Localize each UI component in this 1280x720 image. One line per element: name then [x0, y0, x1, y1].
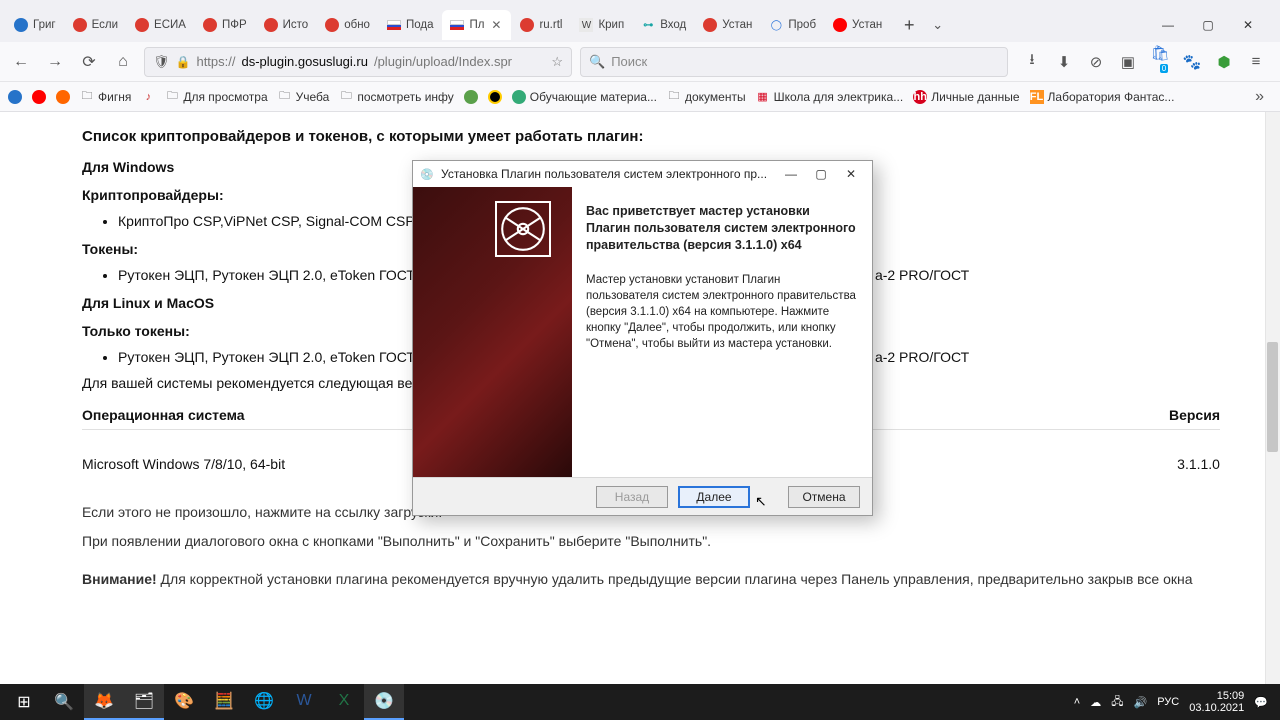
extension-cart-icon[interactable]: 🛍0	[1150, 44, 1170, 79]
search-button[interactable]: 🔍	[44, 684, 84, 720]
tray-notifications-icon[interactable]: 💬	[1254, 696, 1268, 709]
col-version: Версия	[1169, 407, 1220, 423]
extension-shield-icon[interactable]: ⬢	[1214, 53, 1234, 71]
bookmark[interactable]	[8, 90, 22, 104]
task-word[interactable]: W	[284, 684, 324, 720]
new-tab-button[interactable]: +	[895, 11, 923, 39]
dialog-close[interactable]: ✕	[836, 163, 866, 185]
bookmark[interactable]	[464, 90, 478, 104]
dialog-title: Установка Плагин пользователя систем эле…	[441, 167, 776, 181]
back-button: Назад	[596, 486, 668, 508]
bookmark-folder[interactable]: 🗀Учеба	[278, 90, 330, 104]
minimize-button[interactable]: —	[1156, 18, 1180, 32]
bookmark[interactable]: Обучающие материа...	[512, 90, 657, 104]
task-excel[interactable]: X	[324, 684, 364, 720]
installer-icon: 💿	[419, 166, 435, 182]
bookmark-folder[interactable]: 🗀документы	[667, 90, 746, 104]
lock-icon: 🔒	[176, 55, 191, 69]
extensions-button[interactable]: ⬇	[1054, 53, 1074, 71]
tab[interactable]: ЕСИА	[127, 10, 194, 40]
bookmarks-bar: 🗀Фигня ♪ 🗀Для просмотра 🗀Учеба 🗀посмотре…	[0, 82, 1280, 112]
cancel-button[interactable]: Отмена	[788, 486, 860, 508]
download-button[interactable]: ⭳	[1022, 49, 1042, 74]
tray-chevron-icon[interactable]: ˄	[1074, 696, 1080, 708]
text: Внимание! Для корректной установки плаги…	[82, 569, 1220, 589]
dialog-banner	[413, 187, 572, 477]
tab[interactable]: Исто	[256, 10, 317, 40]
dialog-maximize[interactable]: ▢	[806, 163, 836, 185]
start-button[interactable]: ⊞	[4, 684, 44, 720]
tab-active[interactable]: Пл✕	[442, 10, 511, 40]
shield-icon: 🛡	[153, 54, 170, 70]
address-bar[interactable]: 🛡 🔒 https://ds-plugin.gosuslugi.ru/plugi…	[144, 47, 572, 77]
tab-strip: Григ Если ЕСИА ПФР Исто обно Пода Пл✕ ru…	[0, 8, 1280, 42]
tray-lang[interactable]: РУС	[1157, 696, 1179, 708]
bookmark-folder[interactable]: 🗀Для просмотра	[165, 90, 267, 104]
version: 3.1.1.0	[1177, 456, 1220, 472]
task-installer[interactable]: 💿	[364, 684, 404, 720]
dialog-heading: Вас приветствует мастер установки Плагин…	[586, 203, 856, 254]
task-paint[interactable]: 🎨	[164, 684, 204, 720]
task-edge[interactable]: 🌐	[244, 684, 284, 720]
tab[interactable]: Пода	[379, 10, 442, 40]
tab[interactable]: Устан	[695, 10, 760, 40]
tab[interactable]: ПФР	[195, 10, 255, 40]
search-icon: 🔍	[589, 54, 605, 70]
disc-icon	[495, 201, 551, 257]
bookmark-star-icon[interactable]: ☆	[551, 54, 563, 70]
bookmark[interactable]	[488, 90, 502, 104]
toolbar: ← → ⟳ ⌂ 🛡 🔒 https://ds-plugin.gosuslugi.…	[0, 42, 1280, 82]
bookmark[interactable]: ♪	[141, 90, 155, 104]
tab[interactable]: Устан	[825, 10, 890, 40]
bookmark-folder[interactable]: 🗀посмотреть инфу	[339, 90, 453, 104]
reload-button[interactable]: ⟳	[76, 49, 102, 75]
scroll-thumb[interactable]	[1267, 342, 1278, 452]
tray-clock[interactable]: 15:0903.10.2021	[1189, 690, 1244, 714]
close-button[interactable]: ✕	[1236, 18, 1260, 32]
back-button[interactable]: ←	[8, 49, 34, 75]
task-firefox[interactable]: 🦊	[84, 684, 124, 720]
bookmark-folder[interactable]: 🗀Фигня	[80, 90, 131, 104]
maximize-button[interactable]: ▢	[1196, 18, 1220, 32]
taskbar: ⊞ 🔍 🦊 🗂 🎨 🧮 🌐 W X 💿 ˄ ☁ 🖧 🔊 РУС 15:0903.…	[0, 684, 1280, 720]
search-box[interactable]: 🔍 Поиск	[580, 47, 1008, 77]
tray-cloud-icon[interactable]: ☁	[1090, 696, 1101, 709]
scrollbar[interactable]	[1265, 112, 1280, 720]
extension-paw-icon[interactable]: 🐾	[1182, 53, 1202, 71]
close-icon[interactable]: ✕	[489, 18, 503, 32]
bookmark[interactable]	[32, 90, 46, 104]
bookmark[interactable]	[56, 90, 70, 104]
tab[interactable]: обно	[317, 10, 378, 40]
heading: Список криптопровайдеров и токенов, с ко…	[82, 128, 1220, 145]
tab[interactable]: Григ	[6, 10, 64, 40]
text: При появлении диалогового окна с кнопкам…	[82, 531, 1220, 551]
task-explorer[interactable]: 🗂	[124, 684, 164, 720]
next-button[interactable]: Далее	[678, 486, 750, 508]
extension-adblock-icon[interactable]: ⊘	[1086, 53, 1106, 71]
tab-list-button[interactable]: ⌄	[932, 17, 943, 33]
installer-dialog: 💿 Установка Плагин пользователя систем э…	[412, 160, 873, 516]
bookmark[interactable]: FLЛаборатория Фантас...	[1030, 90, 1175, 104]
menu-button[interactable]: ≡	[1246, 53, 1266, 70]
os-name: Microsoft Windows 7/8/10, 64-bit	[82, 456, 285, 472]
bookmarks-overflow[interactable]: »	[1247, 88, 1272, 106]
tab[interactable]: ◯Проб	[761, 10, 824, 40]
tab[interactable]: ru.rtl	[512, 10, 570, 40]
tab[interactable]: Если	[65, 10, 126, 40]
bookmark[interactable]: ▦Школа для электрика...	[756, 90, 904, 104]
task-calculator[interactable]: 🧮	[204, 684, 244, 720]
tray-volume-icon[interactable]: 🔊	[1134, 696, 1148, 709]
tray-network-icon[interactable]: 🖧	[1111, 693, 1123, 712]
home-button[interactable]: ⌂	[110, 49, 136, 75]
dialog-minimize[interactable]: —	[776, 163, 806, 185]
col-os: Операционная система	[82, 407, 245, 423]
extension-icon[interactable]: ▣	[1118, 53, 1138, 71]
tab[interactable]: WКрип	[571, 10, 632, 40]
dialog-titlebar[interactable]: 💿 Установка Плагин пользователя систем э…	[413, 161, 872, 187]
bookmark[interactable]: hhЛичные данные	[913, 90, 1019, 104]
forward-button[interactable]: →	[42, 49, 68, 75]
dialog-text: Мастер установки установит Плагин пользо…	[586, 272, 856, 352]
tab[interactable]: ⊶Вход	[633, 10, 694, 40]
